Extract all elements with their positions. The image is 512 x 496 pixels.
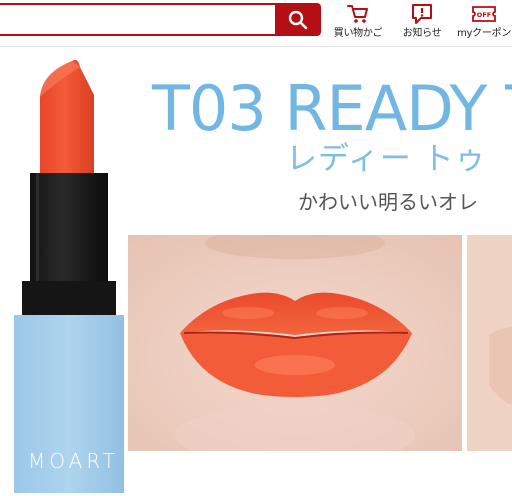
second-swatch-photo [467, 235, 512, 451]
nav-notice[interactable]: お知らせ [398, 2, 446, 42]
nav-cart[interactable]: 買い物かご [333, 2, 383, 42]
nav-coupon[interactable]: OFF myクーポン [451, 2, 512, 42]
site-header: 買い物かご お知らせ OFF myクーポン [0, 0, 512, 46]
product-banner: MOART T03 READY T レディー トゥ かわいい明るいオレ [0, 47, 512, 496]
search-input[interactable] [4, 7, 270, 34]
lipstick-product-image [14, 59, 124, 493]
cart-icon [346, 2, 370, 26]
brand-logo: MOART [28, 449, 119, 473]
search-button[interactable] [275, 3, 321, 36]
lips-swatch-photo [128, 235, 462, 451]
coupon-icon: OFF [471, 2, 497, 26]
search-icon [288, 10, 308, 29]
notice-icon [411, 2, 433, 26]
nav-cart-label: 買い物かご [333, 28, 383, 39]
product-caption: かわいい明るいオレ [298, 190, 478, 214]
nav-notice-label: お知らせ [402, 28, 442, 39]
coupon-off-badge: OFF [477, 11, 491, 19]
product-title: T03 READY T [152, 72, 512, 145]
product-subtitle: レディー トゥ [286, 141, 487, 177]
nav-coupon-label: myクーポン [457, 28, 511, 39]
search-box[interactable] [0, 3, 276, 36]
